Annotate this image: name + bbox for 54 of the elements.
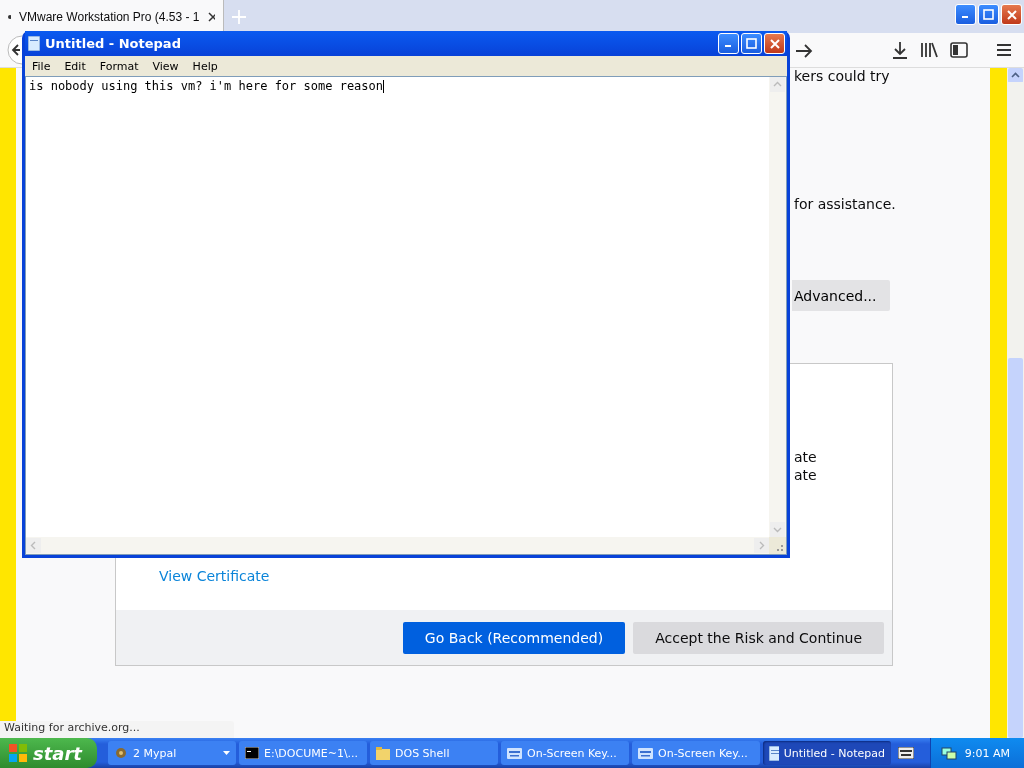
taskbar-item[interactable]: On-Screen Key... [501,741,629,765]
taskbar-item[interactable]: DOS Shell [370,741,498,765]
notepad-icon [769,745,779,761]
maximize-button[interactable] [978,4,999,25]
taskbar-item[interactable]: E:\DOCUME~1\... [239,741,367,765]
close-button[interactable] [764,33,785,54]
close-button[interactable] [1001,4,1022,25]
go-back-button[interactable]: Go Back (Recommended) [402,621,626,654]
keyboard-icon [638,747,653,759]
library-icon[interactable] [920,42,938,58]
folder-icon [376,746,390,760]
browser-tab[interactable]: VMware Workstation Pro (4.53 - 1 [0,0,224,33]
keyboard-icon[interactable] [898,747,914,759]
back-button-icon[interactable] [4,35,22,65]
advanced-button[interactable]: Advanced... [792,280,890,311]
menu-item[interactable]: Help [185,59,225,73]
clock: 9:01 AM [964,746,1010,760]
forward-arrow-icon[interactable] [795,43,813,59]
notepad-icon [28,36,40,51]
details-text: ate [794,466,818,484]
resize-grip-icon[interactable] [769,537,786,554]
maximize-icon [983,9,994,20]
console-icon [245,747,259,759]
maximize-button[interactable] [741,33,762,54]
close-icon [769,38,780,49]
close-icon [1006,9,1017,20]
taskbar-item[interactable]: On-Screen Key... [632,741,760,765]
warning-text: kers could try [793,68,890,84]
view-certificate-link[interactable]: View Certificate [159,568,270,584]
download-icon[interactable] [892,41,908,59]
minimize-button[interactable] [718,33,739,54]
sidebar-icon[interactable] [950,42,968,58]
windows-logo-icon [8,743,28,763]
menu-item[interactable]: Edit [57,59,93,73]
accept-risk-button[interactable]: Accept the Risk and Continue [633,621,884,654]
menu-item[interactable]: Format [92,59,146,73]
keyboard-icon [507,747,522,759]
close-icon[interactable] [207,11,215,22]
taskbar-item[interactable]: 2 Mypal [108,741,236,765]
maximize-icon [746,38,757,49]
warning-text: for assistance. [793,196,896,212]
app-icon [114,746,128,760]
minimize-button[interactable] [955,4,976,25]
details-text: ate [794,448,818,466]
network-icon[interactable] [940,746,957,760]
menu-item[interactable]: View [145,59,186,73]
taskbar-item[interactable]: Untitled - Notepad [763,741,891,765]
menu-icon[interactable] [996,43,1012,57]
scrollbar[interactable] [1007,68,1024,738]
scroll-up-icon[interactable] [1008,68,1023,83]
menu-item[interactable]: File [25,59,58,73]
caret-icon [223,751,230,755]
status-text: Waiting for archive.org... [0,721,234,738]
window-title: Untitled - Notepad [45,36,181,51]
